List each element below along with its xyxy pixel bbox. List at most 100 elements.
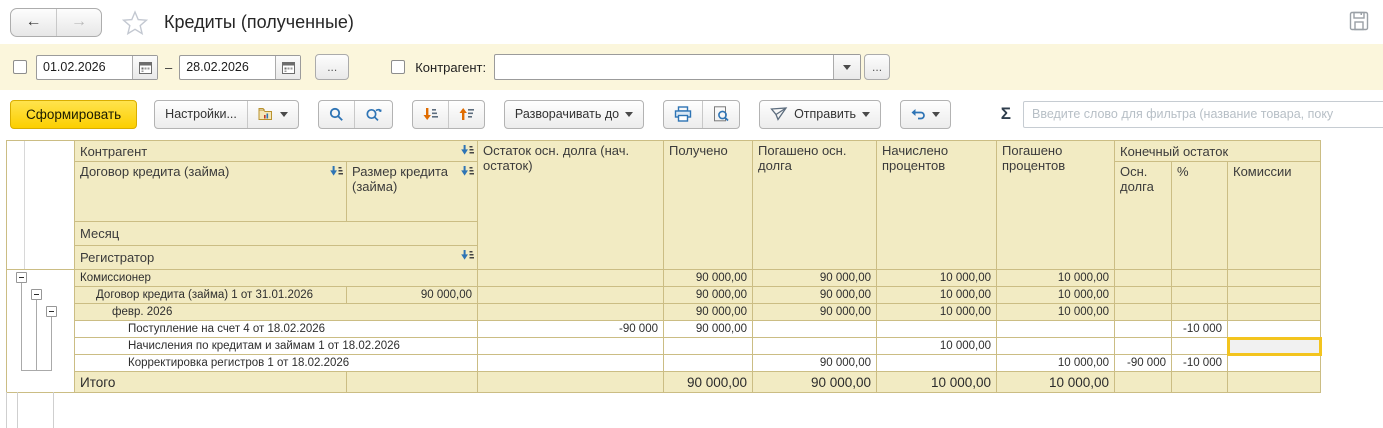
table-row[interactable]: Поступление на счет 4 от 18.02.2026 -90 … — [7, 320, 1322, 338]
col-header-loan-size[interactable]: Размер кредита (займа) — [346, 161, 478, 222]
cell-received[interactable] — [663, 337, 753, 355]
cell-accrued[interactable]: 10 000,00 — [876, 286, 997, 304]
cell-received[interactable]: 90 000,00 — [663, 269, 753, 287]
sort-column-icon[interactable] — [461, 250, 474, 261]
cell-opening[interactable]: -90 000 — [477, 320, 664, 338]
expand-to-button[interactable]: Разворачивать до — [505, 101, 643, 128]
cell-opening[interactable] — [477, 354, 664, 372]
cell-repaid-interest[interactable]: 10 000,00 — [996, 371, 1115, 393]
col-header-repaid-interest[interactable]: Погашено процентов — [996, 140, 1115, 270]
calendar-icon[interactable] — [132, 55, 157, 79]
table-row[interactable]: Корректировка регистров 1 от 18.02.2026 … — [7, 354, 1322, 372]
cell-repaid-interest[interactable] — [996, 320, 1115, 338]
cell-closing-principal[interactable] — [1114, 371, 1172, 393]
cell-received[interactable] — [663, 354, 753, 372]
sort-column-icon[interactable] — [461, 145, 474, 156]
quick-filter-input[interactable] — [1023, 100, 1383, 128]
cell-closing-principal[interactable] — [1114, 286, 1172, 304]
cell-repaid-interest[interactable] — [996, 337, 1115, 355]
cell-repaid-principal[interactable]: 90 000,00 — [752, 286, 877, 304]
cell-closing-commission[interactable] — [1226, 286, 1322, 304]
cell-closing-principal[interactable] — [1114, 303, 1172, 321]
cell-opening[interactable] — [477, 371, 664, 393]
counterparty-input[interactable] — [495, 55, 834, 79]
cell-closing-percent[interactable]: -10 000 — [1171, 320, 1228, 338]
selected-cell[interactable] — [1226, 336, 1322, 356]
col-header-closing[interactable]: Конечный остаток — [1113, 140, 1322, 162]
cell-repaid-interest[interactable]: 10 000,00 — [996, 269, 1115, 287]
row-label[interactable]: Корректировка регистров 1 от 18.02.2026 — [74, 354, 478, 372]
period-checkbox[interactable] — [13, 60, 27, 74]
cell-repaid-principal[interactable]: 90 000,00 — [752, 269, 877, 287]
cell-received[interactable]: 90 000,00 — [663, 371, 753, 393]
col-header-repaid-principal[interactable]: Погашено осн. долга — [752, 140, 877, 270]
date-to-input[interactable] — [180, 55, 276, 79]
cell-received[interactable]: 90 000,00 — [663, 303, 753, 321]
counterparty-checkbox[interactable] — [391, 60, 406, 74]
generate-button[interactable]: Сформировать — [10, 99, 138, 129]
col-header-closing-commission[interactable]: Комиссии — [1226, 161, 1322, 270]
date-from-input[interactable] — [37, 55, 132, 79]
sort-desc-button[interactable] — [413, 101, 448, 128]
cell-received[interactable]: 90 000,00 — [663, 320, 753, 338]
cell-accrued[interactable]: 10 000,00 — [876, 303, 997, 321]
calendar-icon[interactable] — [275, 55, 301, 79]
cell-closing-principal[interactable] — [1114, 337, 1172, 355]
cell-opening[interactable] — [477, 286, 664, 304]
cell-repaid-interest[interactable]: 10 000,00 — [996, 354, 1115, 372]
cell-repaid-interest[interactable]: 10 000,00 — [996, 303, 1115, 321]
cell-closing-percent[interactable] — [1171, 303, 1228, 321]
cell-accrued[interactable] — [876, 354, 997, 372]
table-row[interactable]: Договор кредита (займа) 1 от 31.01.2026 … — [7, 286, 1322, 304]
cell-closing-commission[interactable] — [1226, 303, 1322, 321]
history-button[interactable] — [901, 101, 950, 128]
counterparty-more-button[interactable]: ... — [864, 54, 891, 80]
forward-button[interactable]: → — [56, 8, 101, 36]
cell-closing-percent[interactable]: -10 000 — [1171, 354, 1228, 372]
send-button[interactable]: Отправить — [760, 101, 880, 128]
cell-accrued[interactable]: 10 000,00 — [876, 371, 997, 393]
print-preview-button[interactable] — [702, 100, 739, 128]
cell-repaid-principal[interactable] — [752, 337, 877, 355]
row-label[interactable]: Поступление на счет 4 от 18.02.2026 — [74, 320, 478, 338]
col-header-counterparty[interactable]: Контрагент — [74, 140, 478, 162]
col-header-opening[interactable]: Остаток осн. долга (нач. остаток) — [477, 140, 664, 270]
row-label[interactable]: Начисления по кредитам и займам 1 от 18.… — [74, 337, 478, 355]
cell-closing-commission[interactable] — [1226, 269, 1322, 287]
cell-accrued[interactable]: 10 000,00 — [876, 269, 997, 287]
cell-loan-size[interactable] — [346, 371, 478, 393]
cell-received[interactable]: 90 000,00 — [663, 286, 753, 304]
total-row[interactable]: Итого 90 000,00 90 000,00 10 000,00 10 0… — [7, 371, 1322, 393]
search-button[interactable] — [319, 101, 354, 128]
cell-closing-principal[interactable]: -90 000 — [1114, 354, 1172, 372]
cell-closing-commission[interactable] — [1226, 371, 1322, 393]
collapse-toggle[interactable] — [16, 272, 27, 283]
cell-repaid-principal[interactable] — [752, 320, 877, 338]
back-button[interactable]: ← — [11, 9, 56, 36]
cell-closing-percent[interactable] — [1171, 371, 1228, 393]
cell-closing-commission[interactable] — [1226, 320, 1322, 338]
cell-closing-commission[interactable] — [1226, 354, 1322, 372]
cell-opening[interactable] — [477, 269, 664, 287]
report-variants-button[interactable] — [246, 100, 298, 128]
cell-opening[interactable] — [477, 337, 664, 355]
col-header-contract[interactable]: Договор кредита (займа) — [74, 161, 347, 222]
save-icon[interactable] — [1349, 11, 1369, 31]
cell-repaid-principal[interactable]: 90 000,00 — [752, 354, 877, 372]
search-next-button[interactable] — [353, 100, 392, 128]
sort-column-icon[interactable] — [461, 166, 474, 177]
col-header-closing-percent[interactable]: % — [1171, 161, 1228, 270]
cell-closing-principal[interactable] — [1114, 269, 1172, 287]
table-row[interactable]: февр. 2026 90 000,00 90 000,00 10 000,00… — [7, 303, 1322, 321]
cell-closing-principal[interactable] — [1114, 320, 1172, 338]
col-header-registrar[interactable]: Регистратор — [74, 245, 478, 270]
cell-repaid-principal[interactable]: 90 000,00 — [752, 303, 877, 321]
row-label[interactable]: Договор кредита (займа) 1 от 31.01.2026 — [74, 286, 347, 304]
sort-asc-button[interactable] — [447, 100, 484, 128]
cell-repaid-interest[interactable]: 10 000,00 — [996, 286, 1115, 304]
sort-column-icon[interactable] — [330, 166, 343, 177]
cell-closing-percent[interactable] — [1171, 286, 1228, 304]
cell-repaid-principal[interactable]: 90 000,00 — [752, 371, 877, 393]
row-label[interactable]: Комиссионер — [74, 269, 478, 287]
cell-loan-size[interactable]: 90 000,00 — [346, 286, 478, 304]
